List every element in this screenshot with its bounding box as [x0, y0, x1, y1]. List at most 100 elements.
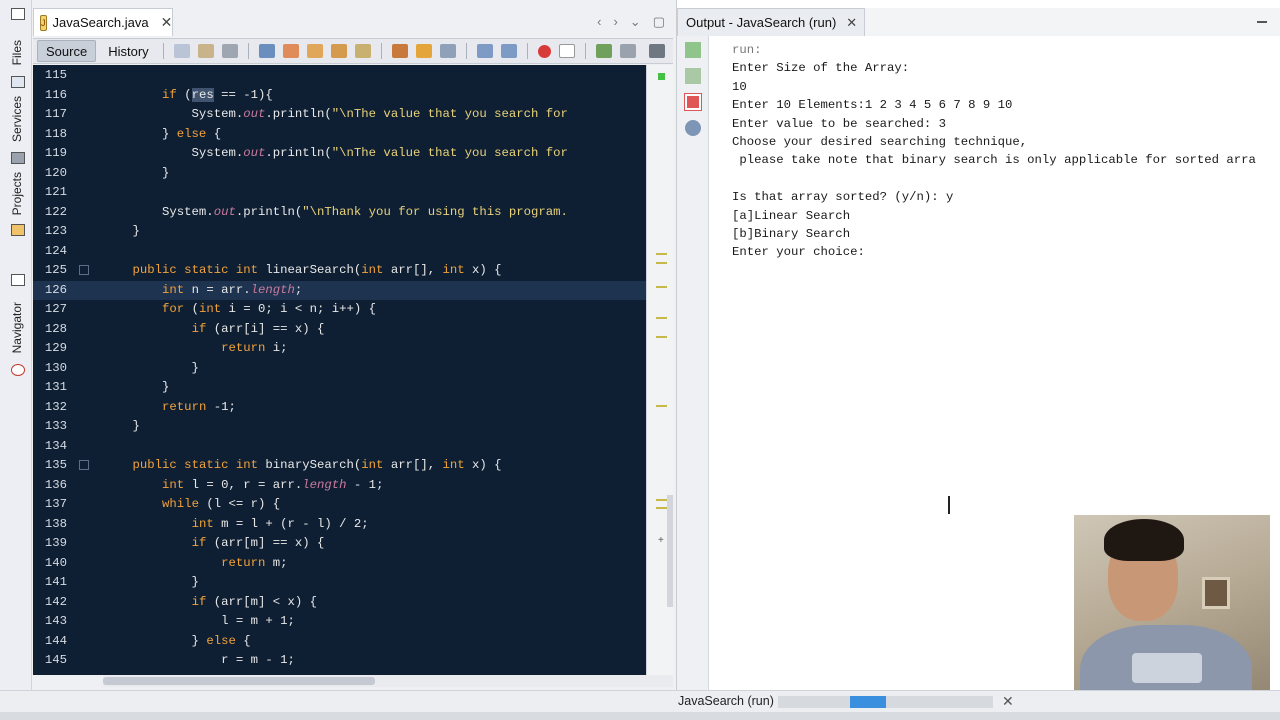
find-icon[interactable]: [258, 44, 275, 58]
rerun-with-options-icon[interactable]: [685, 68, 701, 84]
chevron-right-icon[interactable]: ›: [613, 14, 617, 30]
last-edit-icon[interactable]: [221, 44, 238, 58]
vertical-scrollbar[interactable]: [667, 495, 673, 607]
find-previous-icon[interactable]: [282, 44, 299, 58]
code-line[interactable]: 131 }: [33, 378, 646, 398]
history-button[interactable]: History: [100, 40, 156, 62]
code-editor[interactable]: 115 116 if (res == -1){117 System.out.pri…: [33, 65, 646, 675]
code-line[interactable]: 141 }: [33, 573, 646, 593]
rerun-icon[interactable]: [685, 42, 701, 58]
stripe-mark[interactable]: [656, 336, 667, 338]
code-line[interactable]: 122 System.out.println("\nThank you for …: [33, 203, 646, 223]
code-token: }: [103, 165, 170, 180]
code-line[interactable]: 116 if (res == -1){: [33, 86, 646, 106]
code-line[interactable]: 125 public static int linearSearch(int a…: [33, 261, 646, 281]
comment-icon[interactable]: [595, 44, 612, 58]
files-icon[interactable]: [11, 76, 25, 88]
output-tab[interactable]: Output - JavaSearch (run) ✕: [677, 8, 865, 36]
horizontal-scroll-thumb[interactable]: [103, 677, 375, 685]
code-line[interactable]: 135 public static int binarySearch(int a…: [33, 456, 646, 476]
projects-icon[interactable]: [11, 224, 25, 236]
side-tab-navigator[interactable]: Navigator: [10, 302, 24, 353]
horizontal-scrollbar[interactable]: [103, 675, 673, 687]
code-line[interactable]: 143 l = m + 1;: [33, 612, 646, 632]
cancel-task-icon[interactable]: ✕: [1002, 693, 1014, 710]
side-tab-files[interactable]: Files: [10, 40, 24, 65]
maximize-icon[interactable]: ▢: [653, 14, 665, 30]
split-editor-icon[interactable]: [649, 44, 665, 58]
services-icon[interactable]: [11, 152, 25, 164]
code-line[interactable]: 129 return i;: [33, 339, 646, 359]
code-line[interactable]: 124: [33, 242, 646, 262]
line-number: 141: [44, 575, 67, 589]
fold-toggle-icon[interactable]: [79, 265, 89, 275]
shift-left-icon[interactable]: [476, 44, 493, 58]
back-icon[interactable]: [173, 44, 190, 58]
code-line[interactable]: 144 } else {: [33, 632, 646, 652]
code-line[interactable]: 121: [33, 183, 646, 203]
stripe-mark[interactable]: [656, 286, 667, 288]
restore-window-icon-2[interactable]: [11, 274, 25, 286]
taskbar-edge: [0, 712, 1280, 720]
code-line[interactable]: 142 if (arr[m] < x) {: [33, 593, 646, 613]
line-number: 139: [44, 536, 67, 550]
code-line[interactable]: 134: [33, 437, 646, 457]
uncomment-icon[interactable]: [619, 44, 636, 58]
code-line[interactable]: 130 }: [33, 359, 646, 379]
code-line[interactable]: 127 for (int i = 0; i < n; i++) {: [33, 300, 646, 320]
minimize-icon[interactable]: [1257, 21, 1267, 23]
toggle-highlight-icon[interactable]: [330, 44, 347, 58]
code-line[interactable]: 115: [33, 66, 646, 86]
code-line[interactable]: 120 }: [33, 164, 646, 184]
code-line[interactable]: 137 while (l <= r) {: [33, 495, 646, 515]
side-tab-projects[interactable]: Projects: [10, 172, 24, 215]
code-line[interactable]: 133 }: [33, 417, 646, 437]
stripe-mark[interactable]: [656, 405, 667, 407]
code-line[interactable]: 138 int m = l + (r - l) / 2;: [33, 515, 646, 535]
code-line[interactable]: 136 int l = 0, r = arr.length - 1;: [33, 476, 646, 496]
fold-toggle-icon[interactable]: [79, 460, 89, 470]
code-line[interactable]: 132 return -1;: [33, 398, 646, 418]
toggle-bookmark-icon[interactable]: [439, 44, 456, 58]
code-line[interactable]: 126 int n = arr.length;: [33, 280, 646, 300]
side-tab-services[interactable]: Services: [10, 96, 24, 142]
code-line[interactable]: 119 System.out.println("\nThe value that…: [33, 144, 646, 164]
stop-macro-icon[interactable]: [558, 44, 575, 58]
navigator-icon[interactable]: [11, 364, 25, 376]
console-output[interactable]: run: Enter Size of the Array: 10 Enter 10 E…: [732, 41, 1280, 262]
stop-icon[interactable]: [684, 93, 702, 111]
code-text: int m = l + (r - l) / 2;: [103, 515, 369, 535]
code-token: int: [162, 477, 185, 492]
forward-icon[interactable]: [197, 44, 214, 58]
source-button[interactable]: Source: [37, 40, 97, 62]
chevron-down-icon[interactable]: ⌄: [630, 14, 641, 30]
settings-icon[interactable]: [685, 120, 701, 136]
stripe-mark[interactable]: [656, 253, 667, 255]
stripe-mark[interactable]: [656, 507, 667, 509]
code-line[interactable]: 139 if (arr[m] == x) {: [33, 534, 646, 554]
selection-icon[interactable]: [354, 44, 371, 58]
shift-right-icon[interactable]: [500, 44, 517, 58]
previous-bookmark-icon[interactable]: [391, 44, 408, 58]
record-macro-icon[interactable]: [537, 44, 551, 58]
code-line[interactable]: 140 return m;: [33, 554, 646, 574]
code-line[interactable]: 145 r = m - 1;: [33, 651, 646, 671]
stripe-mark[interactable]: [656, 317, 667, 319]
restore-window-icon[interactable]: [11, 8, 25, 20]
next-bookmark-icon[interactable]: [415, 44, 432, 58]
stripe-mark[interactable]: [656, 499, 667, 501]
code-line[interactable]: 117 System.out.println("\nThe value that…: [33, 105, 646, 125]
close-icon[interactable]: ✕: [846, 15, 857, 31]
find-next-icon[interactable]: [306, 44, 323, 58]
code-line[interactable]: 118 } else {: [33, 125, 646, 145]
code-line[interactable]: 128 if (arr[i] == x) {: [33, 320, 646, 340]
close-icon[interactable]: ✕: [161, 14, 173, 31]
stripe-mark[interactable]: [656, 262, 667, 264]
code-text: } else {: [103, 632, 251, 652]
chevron-left-icon[interactable]: ‹: [597, 14, 601, 30]
task-progress-fill: [850, 696, 886, 708]
editor-tab-javasearch[interactable]: J JavaSearch.java ✕: [33, 8, 173, 36]
code-token: "\nThe value that you search for: [331, 107, 568, 121]
code-line[interactable]: 123 }: [33, 222, 646, 242]
